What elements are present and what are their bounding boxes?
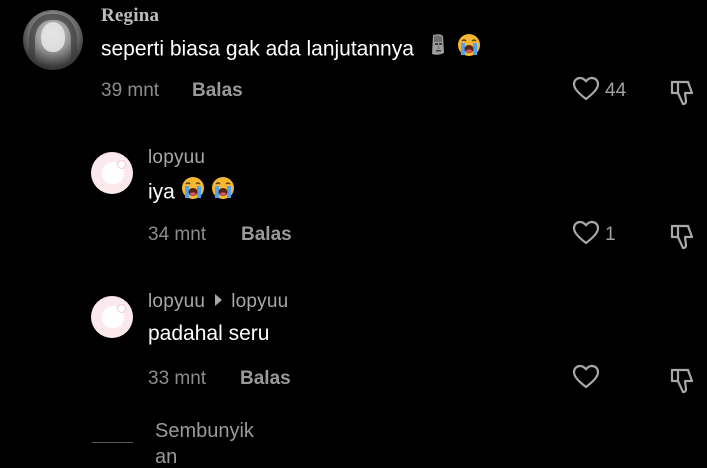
reply-arrow-icon — [215, 293, 223, 306]
reply-button[interactable]: Balas — [192, 80, 243, 102]
comment-text: padahal seru — [148, 322, 269, 346]
heart-outline-icon — [572, 76, 600, 107]
comment-text: seperti biasa gak ada lanjutannya — [101, 33, 481, 65]
comment-timestamp: 34 mnt — [148, 224, 207, 245]
like-button[interactable]: 44 — [572, 76, 626, 106]
comment-timestamp: 33 mnt — [148, 368, 207, 389]
comment-text-content: iya — [148, 180, 175, 204]
like-count: 44 — [605, 80, 627, 101]
like-count: 1 — [605, 224, 616, 245]
moai-emoji-icon — [428, 33, 448, 63]
like-button[interactable] — [572, 364, 605, 394]
reply-button[interactable]: Balas — [241, 224, 292, 246]
heart-outline-icon — [572, 220, 600, 251]
loudly-crying-face-emoji-icon — [181, 176, 205, 206]
reply-button[interactable]: Balas — [240, 368, 291, 390]
avatar[interactable] — [91, 152, 133, 194]
reply-to-username[interactable]: lopyuu — [231, 291, 288, 312]
heart-outline-icon — [572, 364, 600, 395]
dislike-button[interactable] — [668, 221, 698, 251]
loudly-crying-face-emoji-icon — [211, 176, 235, 206]
thumbs-down-outline-icon — [668, 224, 698, 255]
comment-text: iya — [148, 176, 235, 208]
comment-timestamp: 39 mnt — [101, 80, 160, 101]
comment-text-content: padahal seru — [148, 322, 270, 345]
avatar[interactable] — [23, 10, 83, 70]
like-button[interactable]: 1 — [572, 220, 616, 250]
comment-username[interactable]: Regina — [101, 5, 159, 27]
thumbs-down-outline-icon — [668, 80, 698, 111]
dislike-button[interactable] — [668, 77, 698, 107]
comment-username[interactable]: lopyuu — [148, 147, 205, 169]
reply-item: lopyuu iya 34 mnt Balas 1 — [0, 140, 707, 270]
loudly-crying-face-emoji-icon — [457, 33, 481, 63]
divider — [92, 442, 133, 443]
dislike-button[interactable] — [668, 365, 698, 395]
reply-item: lopyuu lopyuu padahal seru 33 mnt Balas — [0, 284, 707, 414]
hide-replies-label: Sembunyikan — [155, 420, 254, 468]
comment-username[interactable]: lopyuu — [148, 291, 205, 312]
avatar[interactable] — [91, 296, 133, 338]
comment-item: Regina seperti biasa gak ada lanjutannya — [0, 0, 707, 120]
thumbs-down-outline-icon — [668, 368, 698, 399]
hide-replies-button[interactable]: Sembunyikan — [92, 418, 292, 468]
comment-username-line: lopyuu lopyuu — [148, 291, 288, 313]
comment-text-content: seperti biasa gak ada lanjutannya — [101, 37, 414, 61]
comment-thread: Regina seperti biasa gak ada lanjutannya — [0, 0, 707, 468]
